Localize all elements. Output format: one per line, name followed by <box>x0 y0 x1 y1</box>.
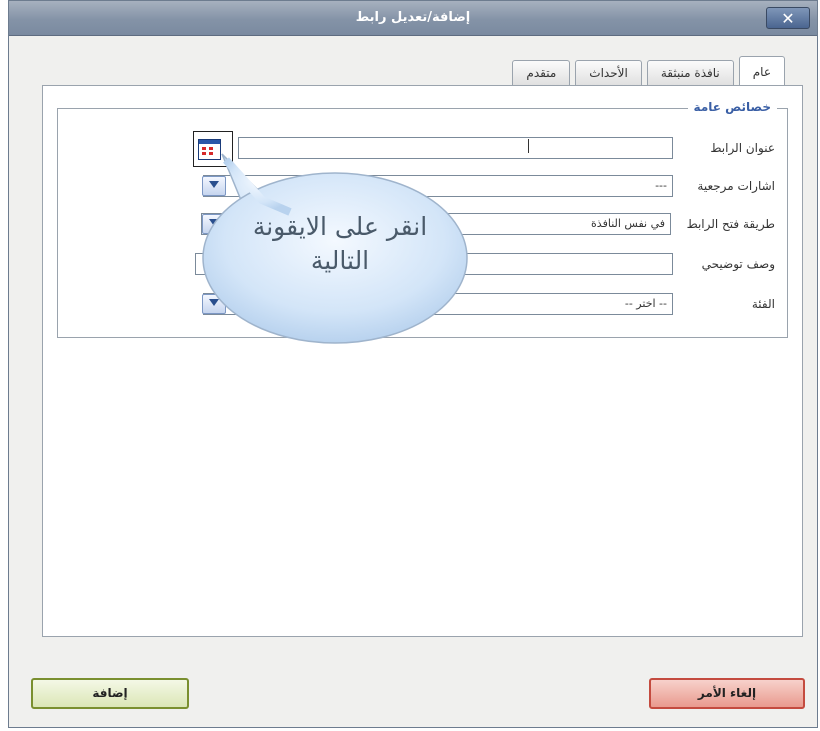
callout-text: انقر على الايقونة التالية <box>210 210 470 278</box>
callout-line-1: انقر على الايقونة <box>252 212 428 241</box>
callout-line-2: التالية <box>310 246 370 275</box>
callout-bubble <box>202 153 468 344</box>
